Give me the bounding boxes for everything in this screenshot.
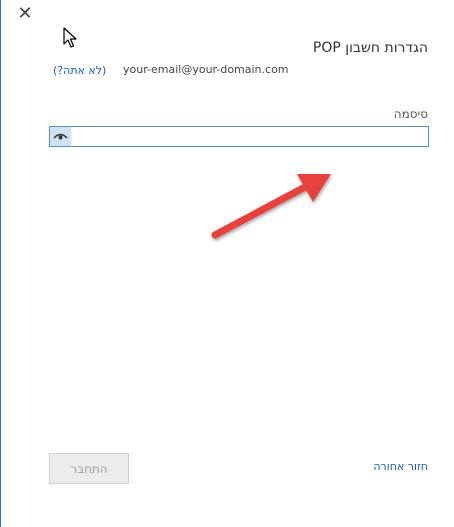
not-you-link[interactable]: (לא אתה?) xyxy=(53,64,106,77)
password-field[interactable] xyxy=(49,126,432,147)
show-password-button[interactable] xyxy=(50,127,71,146)
account-row: (לא אתה?) your-email@your-domain.com xyxy=(53,63,429,81)
mouse-cursor-icon xyxy=(63,27,77,48)
page-title: הגדרות חשבון POP xyxy=(312,40,428,56)
account-email: your-email@your-domain.com xyxy=(123,63,289,76)
eye-icon[interactable] xyxy=(53,132,68,141)
pop-settings-dialog: ✕ הגדרות חשבון POP (לא אתה?) your-email@… xyxy=(0,0,454,527)
go-back-link[interactable]: חזור אחורה xyxy=(373,460,428,473)
annotation-arrow xyxy=(211,174,331,239)
close-button[interactable]: ✕ xyxy=(15,5,35,25)
password-input[interactable] xyxy=(72,127,432,146)
password-label: סיסמה xyxy=(393,107,428,121)
close-icon[interactable]: ✕ xyxy=(17,3,32,24)
connect-button[interactable]: התחבר xyxy=(49,453,129,484)
